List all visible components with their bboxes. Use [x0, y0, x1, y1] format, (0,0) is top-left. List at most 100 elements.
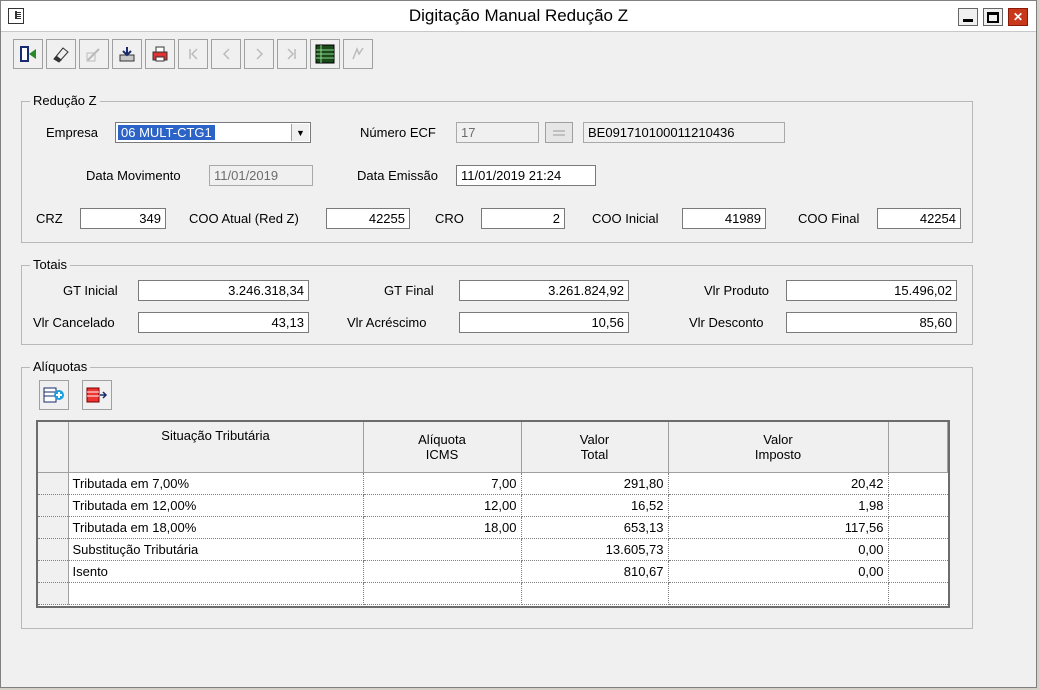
maximize-button[interactable]: [983, 8, 1003, 26]
chevron-down-icon[interactable]: ▼: [291, 124, 309, 141]
add-aliquota-button[interactable]: [39, 380, 69, 410]
eraser-button[interactable]: [46, 39, 76, 69]
ecf-serial-field[interactable]: BE091710100011210436: [583, 122, 785, 143]
save-icon: [119, 47, 135, 62]
filler-cell: [888, 582, 948, 605]
aliquota-cell[interactable]: 12,00: [363, 494, 522, 517]
aliquota-header-line1: Alíquota: [418, 432, 466, 447]
situacao-cell[interactable]: Isento: [68, 560, 364, 583]
table-row[interactable]: [38, 582, 948, 605]
coo-atual-label: COO Atual (Red Z): [189, 211, 299, 226]
vlr-cancelado-field[interactable]: 43,13: [138, 312, 309, 333]
main-window: Digitação Manual Redução Z ✕ Redução Z E…: [0, 0, 1037, 688]
total-cell[interactable]: 13.605,73: [521, 538, 669, 561]
aliquota-cell[interactable]: [363, 538, 522, 561]
imposto-cell[interactable]: [668, 582, 889, 605]
row-indicator[interactable]: [38, 494, 69, 517]
ecf-number-field[interactable]: 17: [456, 122, 539, 143]
row-indicator[interactable]: [38, 538, 69, 561]
last-button[interactable]: [277, 39, 307, 69]
row-indicator[interactable]: [38, 582, 69, 605]
coo-inicial-field[interactable]: 41989: [682, 208, 766, 229]
indicator-header: [38, 422, 69, 473]
imposto-cell[interactable]: 0,00: [668, 560, 889, 583]
vlr-acrescimo-field[interactable]: 10,56: [459, 312, 629, 333]
total-cell[interactable]: 653,13: [521, 516, 669, 539]
cro-field[interactable]: 2: [481, 208, 565, 229]
aliquotas-table: Situação Tributária Alíquota ICMS Valor To…: [38, 422, 948, 605]
print-icon: [152, 46, 168, 62]
title-bar: Digitação Manual Redução Z ✕: [1, 1, 1036, 32]
grid-header-row: Situação Tributária Alíquota ICMS Valor To…: [38, 422, 948, 473]
data-emissao-field[interactable]: 11/01/2019 21:24: [456, 165, 596, 186]
coo-atual-field[interactable]: 42255: [326, 208, 410, 229]
total-cell[interactable]: 291,80: [521, 472, 669, 495]
save-button[interactable]: [112, 39, 142, 69]
aliquota-cell[interactable]: [363, 560, 522, 583]
vlr-desconto-field[interactable]: 85,60: [786, 312, 957, 333]
aliquota-header[interactable]: Alíquota ICMS: [363, 422, 522, 473]
total-cell[interactable]: 16,52: [521, 494, 669, 517]
aliquota-cell[interactable]: 7,00: [363, 472, 522, 495]
imposto-header-line1: Valor: [763, 432, 793, 447]
next-button[interactable]: [244, 39, 274, 69]
close-button[interactable]: ✕: [1008, 8, 1028, 26]
data-movimento-field[interactable]: 11/01/2019: [209, 165, 313, 186]
crz-field[interactable]: 349: [80, 208, 166, 229]
row-indicator[interactable]: [38, 472, 69, 495]
total-header-line1: Valor: [579, 432, 610, 447]
situacao-cell[interactable]: Tributada em 18,00%: [68, 516, 364, 539]
edit-button[interactable]: [79, 39, 109, 69]
minimize-button[interactable]: [958, 8, 978, 26]
imposto-header-line2: Imposto: [754, 447, 802, 462]
table-row[interactable]: Tributada em 7,00% 7,00 291,80 20,42: [38, 472, 948, 495]
situacao-header[interactable]: Situação Tributária: [68, 422, 364, 473]
situacao-cell[interactable]: Substitução Tributária: [68, 538, 364, 561]
situacao-cell[interactable]: [68, 582, 364, 605]
situacao-header-text: Situação Tributária: [161, 428, 270, 443]
imposto-cell[interactable]: 0,00: [668, 538, 889, 561]
gt-final-field[interactable]: 3.261.824,92: [459, 280, 629, 301]
first-button[interactable]: [178, 39, 208, 69]
total-header[interactable]: Valor Total: [521, 422, 669, 473]
imposto-cell[interactable]: 1,98: [668, 494, 889, 517]
aliquotas-label: Alíquotas: [30, 359, 91, 374]
gt-inicial-field[interactable]: 3.246.318,34: [138, 280, 309, 301]
row-indicator[interactable]: [38, 560, 69, 583]
print-button[interactable]: [145, 39, 175, 69]
close-icon: ✕: [1012, 10, 1024, 24]
grid-button[interactable]: [310, 39, 340, 69]
last-icon: [287, 48, 296, 60]
totais-group: Totais: [21, 257, 973, 345]
table-row[interactable]: Tributada em 18,00% 18,00 653,13 117,56: [38, 516, 948, 539]
aliquota-cell[interactable]: [363, 582, 522, 605]
aliquota-cell[interactable]: 18,00: [363, 516, 522, 539]
row-indicator[interactable]: [38, 516, 69, 539]
filler-cell: [888, 538, 948, 561]
total-cell[interactable]: [521, 582, 669, 605]
situacao-cell[interactable]: Tributada em 7,00%: [68, 472, 364, 495]
eraser-icon: [53, 47, 69, 63]
imposto-cell[interactable]: 117,56: [668, 516, 889, 539]
coo-final-field[interactable]: 42254: [877, 208, 961, 229]
imposto-cell[interactable]: 20,42: [668, 472, 889, 495]
refresh-button[interactable]: [343, 39, 373, 69]
total-cell[interactable]: 810,67: [521, 560, 669, 583]
filler-cell: [888, 560, 948, 583]
vlr-produto-field[interactable]: 15.496,02: [786, 280, 957, 301]
exit-button[interactable]: [13, 39, 43, 69]
table-row[interactable]: Isento 810,67 0,00: [38, 560, 948, 583]
imposto-header[interactable]: Valor Imposto: [668, 422, 889, 473]
next-icon: [256, 48, 264, 60]
prev-button[interactable]: [211, 39, 241, 69]
ecf-lookup-button[interactable]: [545, 122, 573, 143]
crz-label: CRZ: [36, 211, 63, 226]
situacao-cell[interactable]: Tributada em 12,00%: [68, 494, 364, 517]
table-row[interactable]: Tributada em 12,00% 12,00 16,52 1,98: [38, 494, 948, 517]
aliquotas-grid[interactable]: Situação Tributária Alíquota ICMS Valor To…: [36, 420, 950, 608]
empresa-select[interactable]: 06 MULT-CTG1 ▼: [115, 122, 311, 143]
remove-aliquota-button[interactable]: [82, 380, 112, 410]
data-emissao-label: Data Emissão: [357, 168, 438, 183]
filler-cell: [888, 472, 948, 495]
table-row[interactable]: Substitução Tributária 13.605,73 0,00: [38, 538, 948, 561]
